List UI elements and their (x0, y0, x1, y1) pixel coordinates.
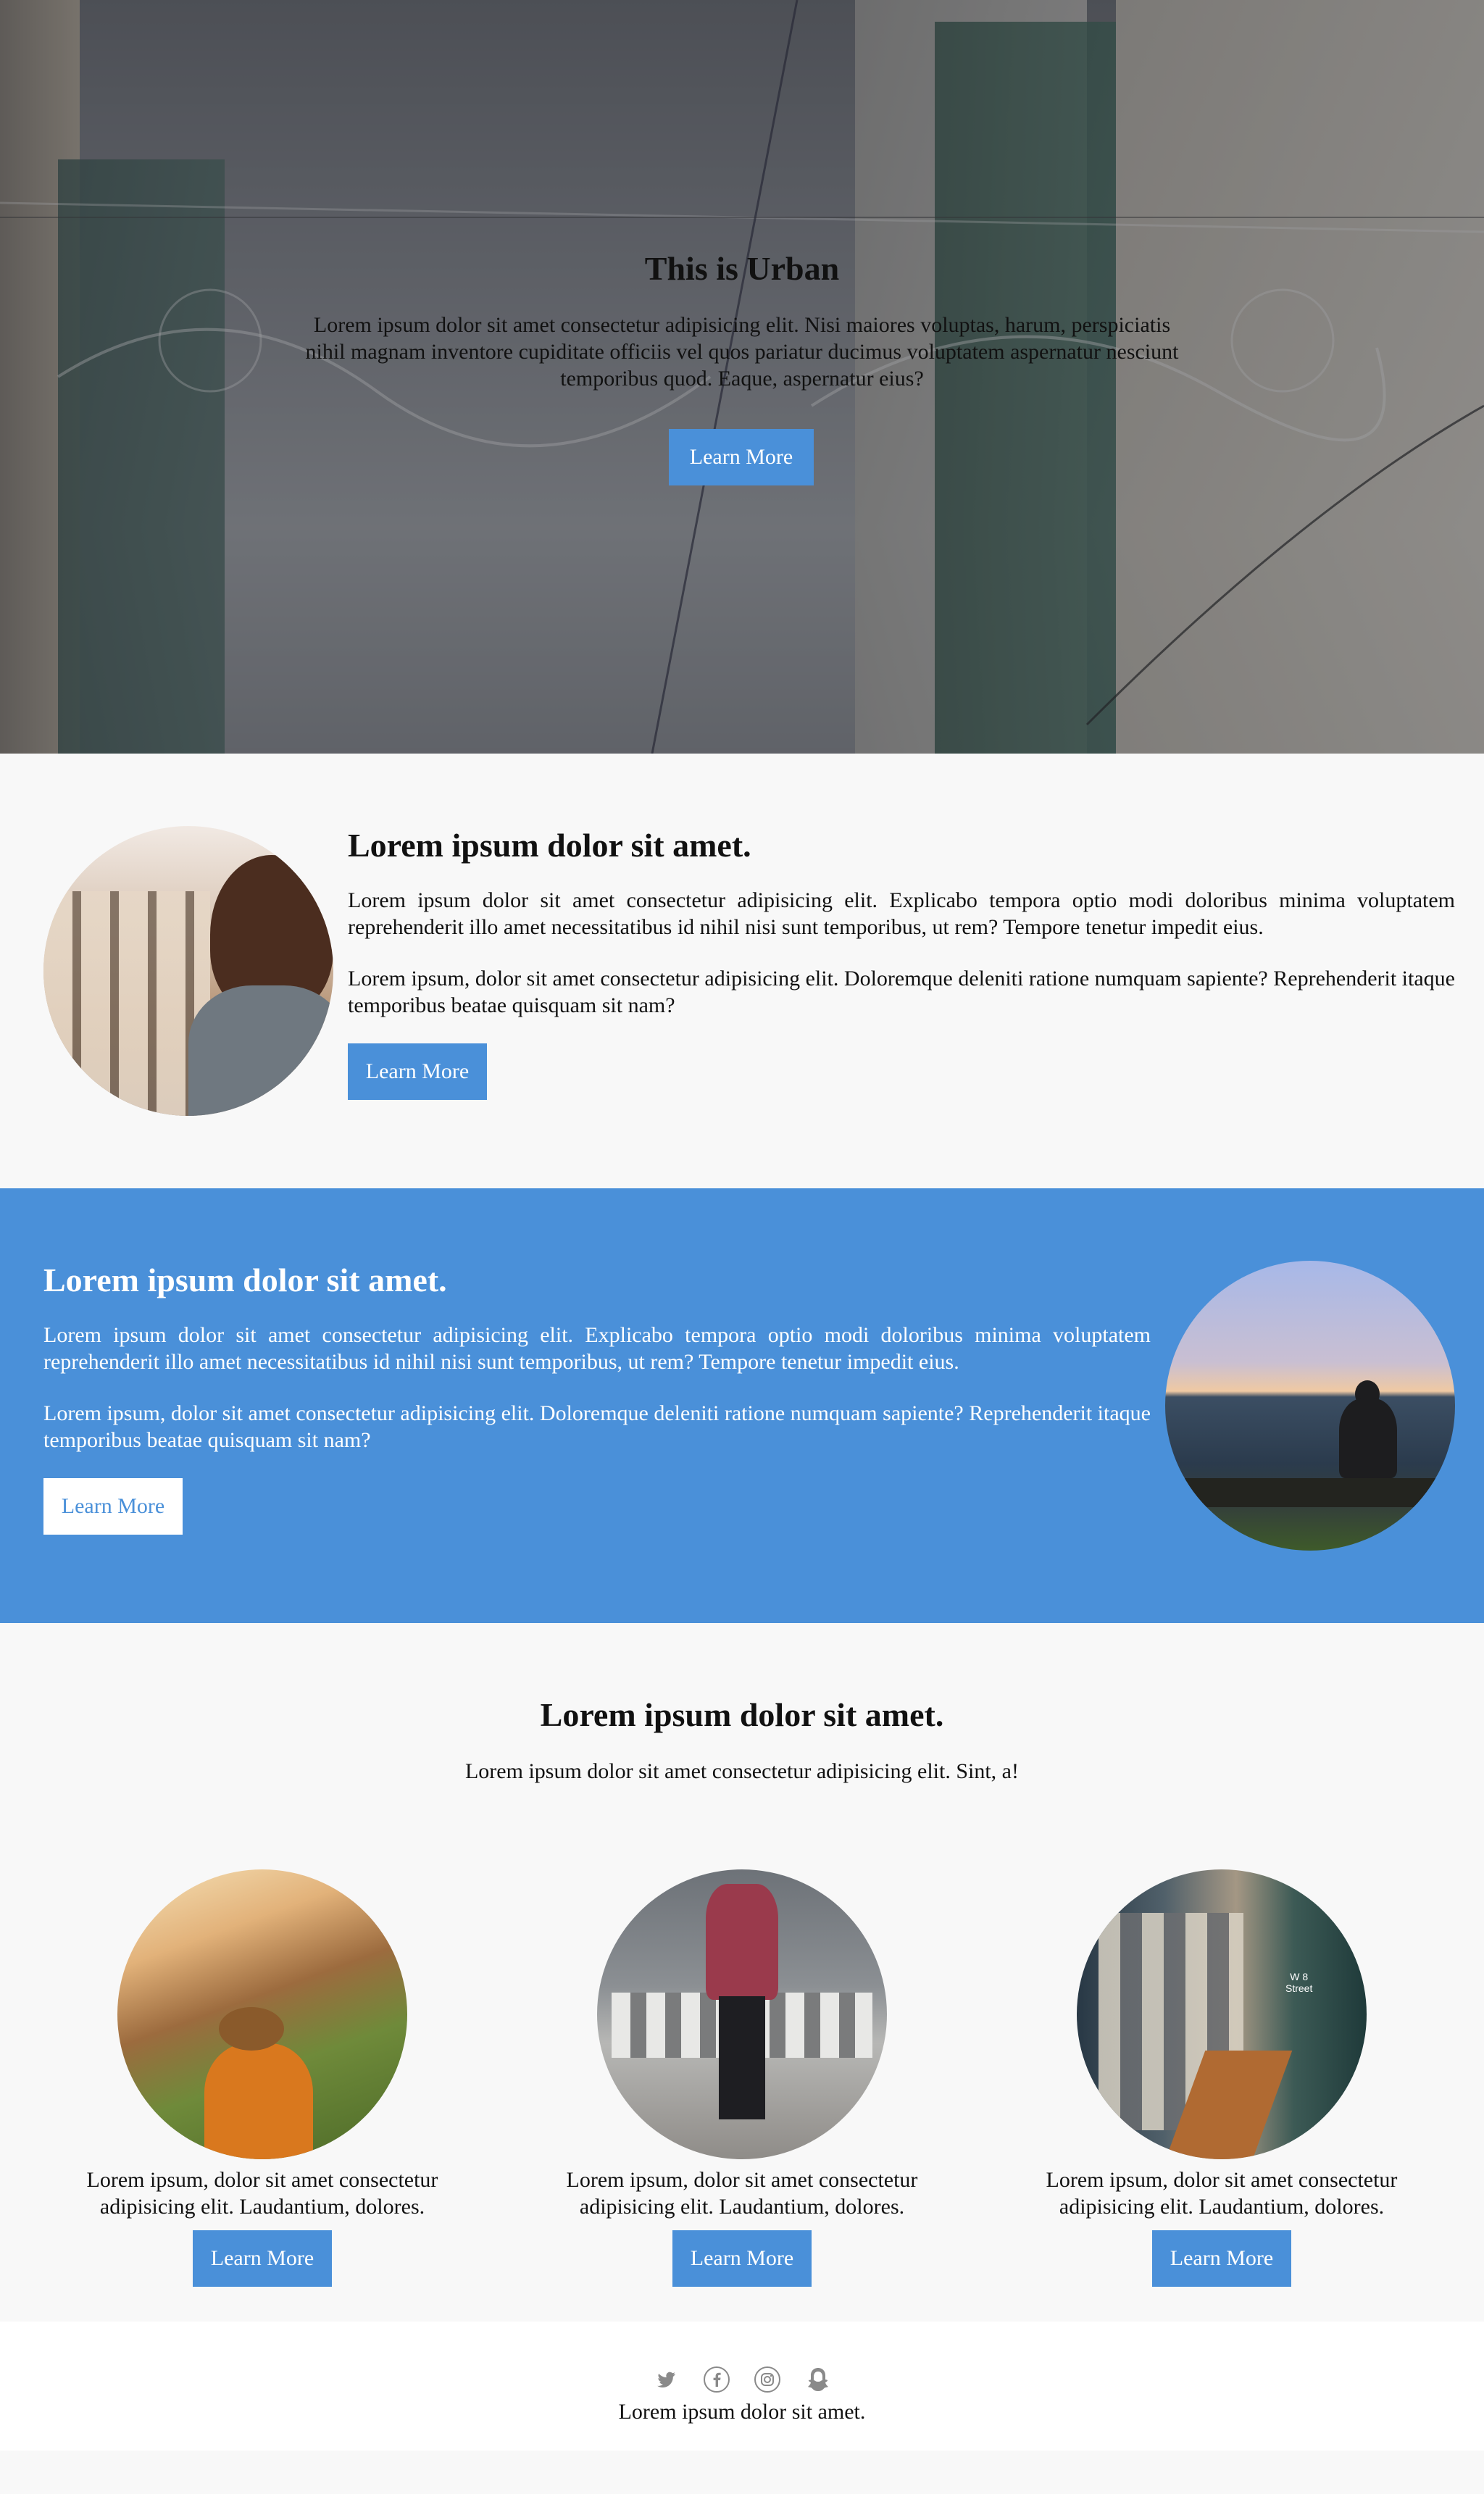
instagram-icon[interactable] (753, 2365, 782, 2394)
hero-section: This is Urban Lorem ipsum dolor sit amet… (0, 0, 1484, 754)
card-learn-more-button[interactable]: Learn More (672, 2230, 812, 2287)
hero-description: Lorem ipsum dolor sit amet consectetur a… (305, 313, 1179, 391)
footer-text: Lorem ipsum dolor sit amet. (618, 2400, 866, 2424)
card-learn-more-button[interactable]: Learn More (1152, 2230, 1291, 2287)
feature-content: Lorem ipsum dolor sit amet. Lorem ipsum … (43, 1261, 1151, 1535)
card-image-subway: W 8 Street (1077, 1869, 1367, 2159)
about-learn-more-button[interactable]: Learn More (348, 1043, 487, 1100)
card: W 8 Street Lorem ipsum, dolor sit amet c… (1019, 1869, 1425, 2287)
feature-section: Lorem ipsum dolor sit amet. Lorem ipsum … (0, 1188, 1484, 1623)
about-section: Lorem ipsum dolor sit amet. Lorem ipsum … (0, 754, 1484, 1188)
card-image-crosswalk (597, 1869, 887, 2159)
cards-title: Lorem ipsum dolor sit amet. (540, 1696, 944, 1733)
feature-title: Lorem ipsum dolor sit amet. (43, 1261, 447, 1298)
card: Lorem ipsum, dolor sit amet consectetur … (539, 1869, 945, 2287)
about-image-woman (43, 826, 333, 1116)
footer: Lorem ipsum dolor sit amet. (0, 2322, 1484, 2451)
snapchat-icon[interactable] (804, 2365, 833, 2394)
hero-learn-more-button[interactable]: Learn More (669, 429, 814, 485)
card-text: Lorem ipsum, dolor sit amet consectetur … (86, 2168, 438, 2219)
about-title: Lorem ipsum dolor sit amet. (348, 827, 751, 864)
card-text: Lorem ipsum, dolor sit amet consectetur … (566, 2168, 918, 2219)
card-learn-more-button[interactable]: Learn More (193, 2230, 332, 2287)
card: Lorem ipsum, dolor sit amet consectetur … (59, 1869, 465, 2287)
cards-section: Lorem ipsum dolor sit amet. Lorem ipsum … (0, 1623, 1484, 2322)
hero-title: This is Urban (644, 250, 840, 287)
card-image-cliff (117, 1869, 407, 2159)
facebook-icon[interactable] (702, 2365, 731, 2394)
feature-paragraph-1: Lorem ipsum dolor sit amet consectetur a… (43, 1323, 1151, 1374)
about-paragraph-1: Lorem ipsum dolor sit amet consectetur a… (348, 888, 1455, 939)
about-content: Lorem ipsum dolor sit amet. Lorem ipsum … (348, 826, 1455, 1100)
feature-paragraph-2: Lorem ipsum, dolor sit amet consectetur … (43, 1401, 1151, 1452)
social-links (0, 2365, 1484, 2394)
twitter-icon[interactable] (651, 2365, 680, 2394)
subway-station-sign: W 8 Street (1285, 1971, 1313, 1994)
feature-image-man-by-lake (1165, 1261, 1455, 1551)
feature-learn-more-button[interactable]: Learn More (43, 1478, 183, 1535)
cards-subtitle: Lorem ipsum dolor sit amet consectetur a… (464, 1759, 1019, 1783)
card-text: Lorem ipsum, dolor sit amet consectetur … (1046, 2168, 1398, 2219)
about-paragraph-2: Lorem ipsum, dolor sit amet consectetur … (348, 967, 1455, 1017)
